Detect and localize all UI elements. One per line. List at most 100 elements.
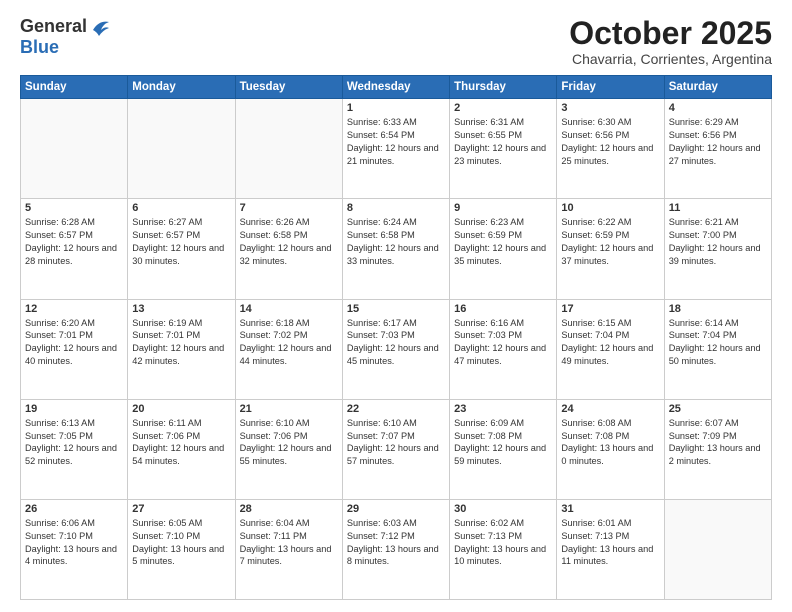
day-cell: 26 Sunrise: 6:06 AM Sunset: 7:10 PM Dayli… — [21, 499, 128, 599]
day-number: 6 — [132, 202, 230, 214]
day-info: Sunrise: 6:21 AM Sunset: 7:00 PM Dayligh… — [669, 216, 767, 268]
day-cell: 30 Sunrise: 6:02 AM Sunset: 7:13 PM Dayli… — [450, 499, 557, 599]
day-number: 4 — [669, 102, 767, 114]
day-cell — [128, 99, 235, 199]
week-row-2: 12Sunrise: 6:20 AM Sunset: 7:01 PM Dayli… — [21, 299, 772, 399]
day-cell: 22Sunrise: 6:10 AM Sunset: 7:07 PM Dayli… — [342, 399, 449, 499]
day-cell — [21, 99, 128, 199]
day-info: Sunrise: 6:04 AM Sunset: 7:11 PM Dayligh… — [240, 517, 338, 569]
calendar-subtitle: Chavarria, Corrientes, Argentina — [569, 51, 772, 67]
day-cell: 16Sunrise: 6:16 AM Sunset: 7:03 PM Dayli… — [450, 299, 557, 399]
day-number: 19 — [25, 403, 123, 415]
day-cell: 12Sunrise: 6:20 AM Sunset: 7:01 PM Dayli… — [21, 299, 128, 399]
day-number: 18 — [669, 303, 767, 315]
day-cell: 29 Sunrise: 6:03 AM Sunset: 7:12 PM Dayli… — [342, 499, 449, 599]
day-info: Sunrise: 6:23 AM Sunset: 6:59 PM Dayligh… — [454, 216, 552, 268]
day-number: 13 — [132, 303, 230, 315]
day-number: 17 — [561, 303, 659, 315]
day-cell: 15Sunrise: 6:17 AM Sunset: 7:03 PM Dayli… — [342, 299, 449, 399]
day-cell: 5Sunrise: 6:28 AM Sunset: 6:57 PM Daylig… — [21, 199, 128, 299]
day-number: 12 — [25, 303, 123, 315]
day-info: Sunrise: 6:26 AM Sunset: 6:58 PM Dayligh… — [240, 216, 338, 268]
day-number: 8 — [347, 202, 445, 214]
day-info: Sunrise: 6:18 AM Sunset: 7:02 PM Dayligh… — [240, 317, 338, 369]
day-number: 7 — [240, 202, 338, 214]
calendar-table: Sunday Monday Tuesday Wednesday Thursday… — [20, 75, 772, 600]
day-number: 3 — [561, 102, 659, 114]
day-info: Sunrise: 6:07 AM Sunset: 7:09 PM Dayligh… — [669, 417, 767, 469]
logo-general: General — [20, 17, 87, 37]
day-info: Sunrise: 6:06 AM Sunset: 7:10 PM Dayligh… — [25, 517, 123, 569]
logo-text: General Blue — [20, 16, 111, 58]
page: General Blue October 2025 Chavarria, Cor… — [0, 0, 792, 612]
day-number: 21 — [240, 403, 338, 415]
day-info: Sunrise: 6:15 AM Sunset: 7:04 PM Dayligh… — [561, 317, 659, 369]
day-number: 16 — [454, 303, 552, 315]
day-info: Sunrise: 6:10 AM Sunset: 7:06 PM Dayligh… — [240, 417, 338, 469]
day-info: Sunrise: 6:27 AM Sunset: 6:57 PM Dayligh… — [132, 216, 230, 268]
day-info: Sunrise: 6:13 AM Sunset: 7:05 PM Dayligh… — [25, 417, 123, 469]
day-info: Sunrise: 6:03 AM Sunset: 7:12 PM Dayligh… — [347, 517, 445, 569]
day-cell: 27 Sunrise: 6:05 AM Sunset: 7:10 PM Dayli… — [128, 499, 235, 599]
day-number: 26 — [25, 503, 123, 515]
header-sunday: Sunday — [21, 76, 128, 99]
logo-blue: Blue — [20, 38, 111, 58]
day-number: 25 — [669, 403, 767, 415]
header-tuesday: Tuesday — [235, 76, 342, 99]
day-number: 31 — [561, 503, 659, 515]
day-cell: 9 Sunrise: 6:23 AM Sunset: 6:59 PM Daylig… — [450, 199, 557, 299]
day-cell: 4 Sunrise: 6:29 AM Sunset: 6:56 PM Daylig… — [664, 99, 771, 199]
day-info: Sunrise: 6:24 AM Sunset: 6:58 PM Dayligh… — [347, 216, 445, 268]
day-cell: 14 Sunrise: 6:18 AM Sunset: 7:02 PM Dayli… — [235, 299, 342, 399]
header-wednesday: Wednesday — [342, 76, 449, 99]
day-cell: 8 Sunrise: 6:24 AM Sunset: 6:58 PM Daylig… — [342, 199, 449, 299]
day-info: Sunrise: 6:02 AM Sunset: 7:13 PM Dayligh… — [454, 517, 552, 569]
day-cell: 7 Sunrise: 6:26 AM Sunset: 6:58 PM Daylig… — [235, 199, 342, 299]
day-info: Sunrise: 6:11 AM Sunset: 7:06 PM Dayligh… — [132, 417, 230, 469]
day-cell: 18Sunrise: 6:14 AM Sunset: 7:04 PM Dayli… — [664, 299, 771, 399]
day-info: Sunrise: 6:22 AM Sunset: 6:59 PM Dayligh… — [561, 216, 659, 268]
day-number: 9 — [454, 202, 552, 214]
day-cell — [664, 499, 771, 599]
day-info: Sunrise: 6:17 AM Sunset: 7:03 PM Dayligh… — [347, 317, 445, 369]
day-info: Sunrise: 6:09 AM Sunset: 7:08 PM Dayligh… — [454, 417, 552, 469]
day-cell: 23 Sunrise: 6:09 AM Sunset: 7:08 PM Dayli… — [450, 399, 557, 499]
day-cell: 2Sunrise: 6:31 AM Sunset: 6:55 PM Daylig… — [450, 99, 557, 199]
day-cell: 17 Sunrise: 6:15 AM Sunset: 7:04 PM Dayli… — [557, 299, 664, 399]
day-number: 30 — [454, 503, 552, 515]
day-number: 23 — [454, 403, 552, 415]
logo: General Blue — [20, 16, 111, 58]
day-cell: 11 Sunrise: 6:21 AM Sunset: 7:00 PM Dayli… — [664, 199, 771, 299]
day-cell: 6 Sunrise: 6:27 AM Sunset: 6:57 PM Daylig… — [128, 199, 235, 299]
calendar-title: October 2025 — [569, 16, 772, 51]
header-row: Sunday Monday Tuesday Wednesday Thursday… — [21, 76, 772, 99]
day-info: Sunrise: 6:01 AM Sunset: 7:13 PM Dayligh… — [561, 517, 659, 569]
week-row-0: 1Sunrise: 6:33 AM Sunset: 6:54 PM Daylig… — [21, 99, 772, 199]
header-monday: Monday — [128, 76, 235, 99]
week-row-1: 5Sunrise: 6:28 AM Sunset: 6:57 PM Daylig… — [21, 199, 772, 299]
day-number: 20 — [132, 403, 230, 415]
week-row-4: 26 Sunrise: 6:06 AM Sunset: 7:10 PM Dayli… — [21, 499, 772, 599]
title-section: October 2025 Chavarria, Corrientes, Arge… — [569, 16, 772, 67]
header-thursday: Thursday — [450, 76, 557, 99]
day-number: 14 — [240, 303, 338, 315]
day-cell: 25 Sunrise: 6:07 AM Sunset: 7:09 PM Dayli… — [664, 399, 771, 499]
day-info: Sunrise: 6:33 AM Sunset: 6:54 PM Dayligh… — [347, 116, 445, 168]
day-cell: 19 Sunrise: 6:13 AM Sunset: 7:05 PM Dayli… — [21, 399, 128, 499]
day-info: Sunrise: 6:30 AM Sunset: 6:56 PM Dayligh… — [561, 116, 659, 168]
day-number: 2 — [454, 102, 552, 114]
day-info: Sunrise: 6:10 AM Sunset: 7:07 PM Dayligh… — [347, 417, 445, 469]
day-number: 27 — [132, 503, 230, 515]
day-number: 29 — [347, 503, 445, 515]
day-cell: 24Sunrise: 6:08 AM Sunset: 7:08 PM Dayli… — [557, 399, 664, 499]
day-number: 11 — [669, 202, 767, 214]
day-cell: 28Sunrise: 6:04 AM Sunset: 7:11 PM Dayli… — [235, 499, 342, 599]
day-info: Sunrise: 6:29 AM Sunset: 6:56 PM Dayligh… — [669, 116, 767, 168]
logo-bird-icon — [89, 16, 111, 38]
day-cell: 13Sunrise: 6:19 AM Sunset: 7:01 PM Dayli… — [128, 299, 235, 399]
header-saturday: Saturday — [664, 76, 771, 99]
day-info: Sunrise: 6:05 AM Sunset: 7:10 PM Dayligh… — [132, 517, 230, 569]
day-cell: 31 Sunrise: 6:01 AM Sunset: 7:13 PM Dayli… — [557, 499, 664, 599]
day-number: 10 — [561, 202, 659, 214]
header: General Blue October 2025 Chavarria, Cor… — [20, 16, 772, 67]
